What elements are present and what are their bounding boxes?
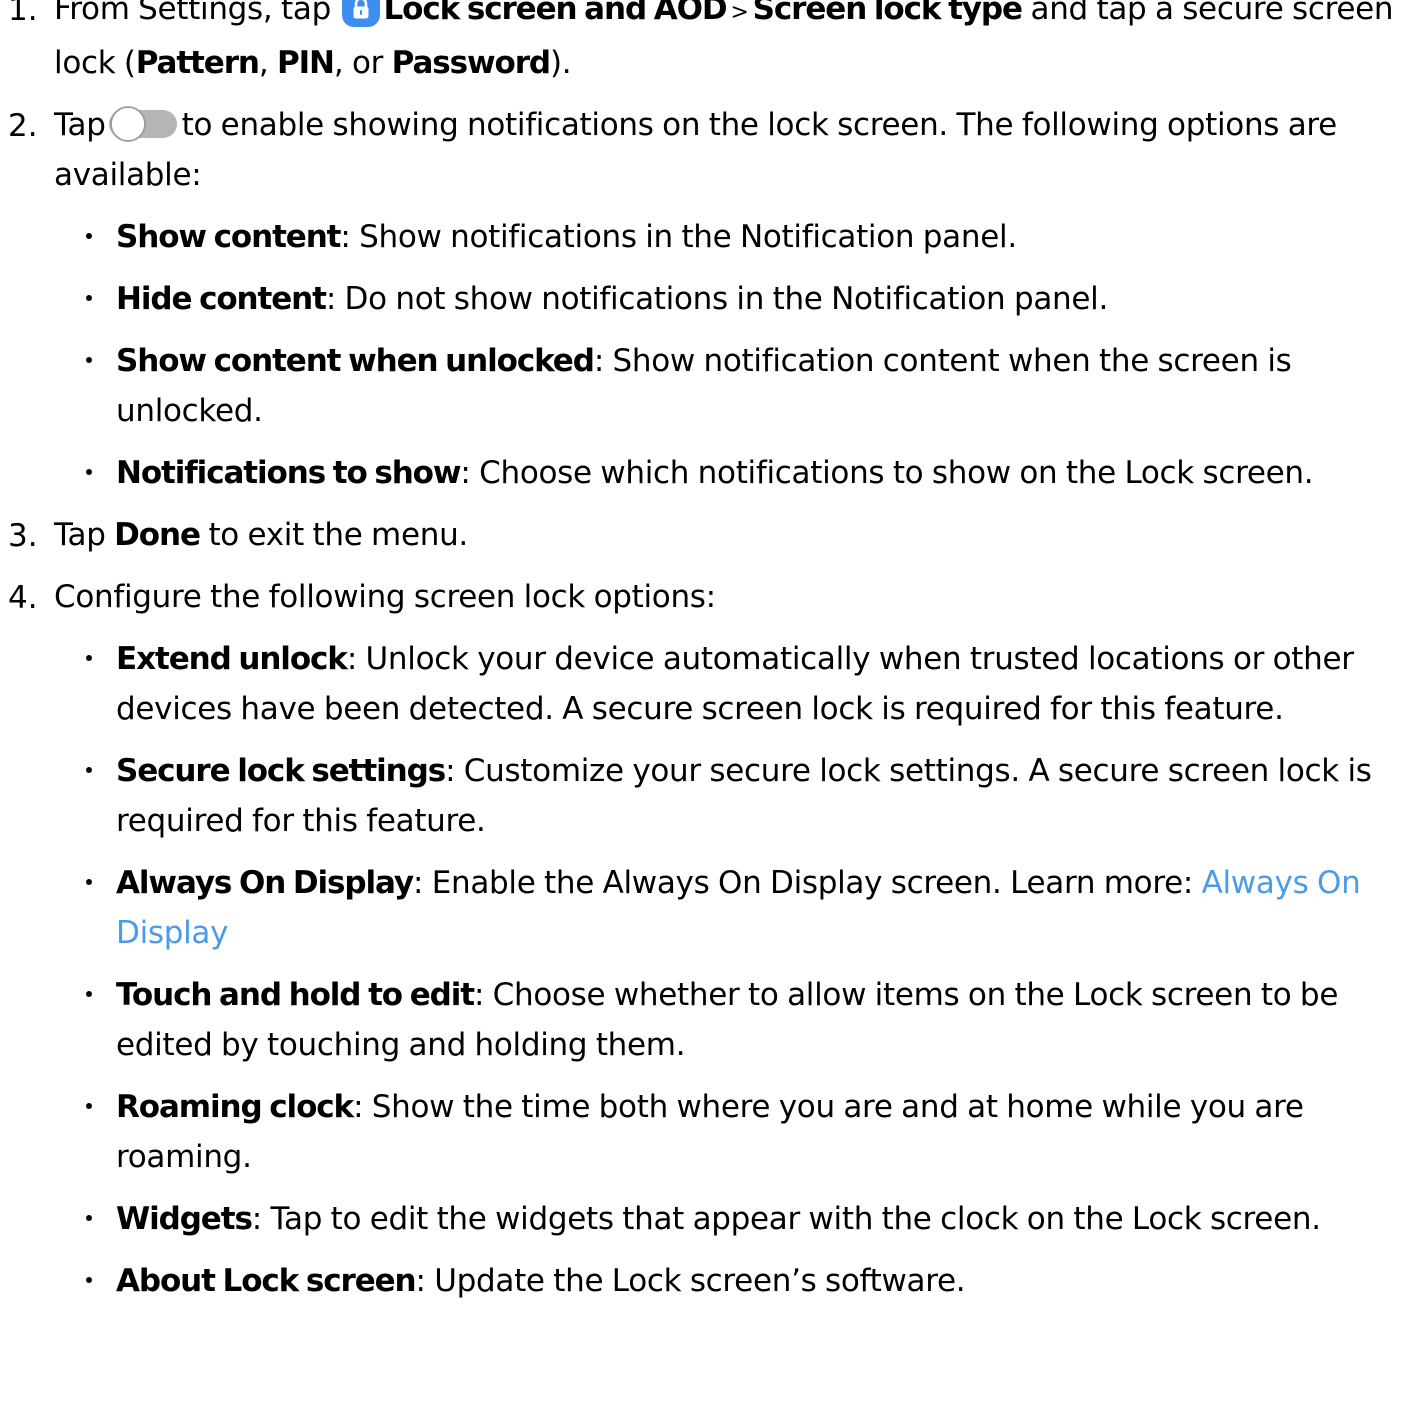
list-item: About Lock screen: Update the Lock scree… bbox=[0, 1256, 1428, 1306]
step-text-body: Configure the following screen lock opti… bbox=[54, 579, 716, 615]
step-1: 1. From Settings, tap Lock screen and AO… bbox=[0, 0, 1428, 88]
option-term: Touch and hold to edit bbox=[116, 977, 475, 1013]
step-number: 3. bbox=[8, 518, 38, 554]
step-intro: Tap bbox=[54, 107, 106, 143]
lock-icon bbox=[341, 0, 380, 27]
step-text-body: to exit the menu. bbox=[208, 517, 468, 553]
bullet-icon bbox=[86, 655, 92, 661]
menu-path-screen-lock-type: Screen lock type bbox=[752, 0, 1023, 27]
bullet-icon bbox=[86, 357, 92, 363]
list-item: Hide content: Do not show notifications … bbox=[0, 274, 1428, 324]
bullet-icon bbox=[86, 879, 92, 885]
bullet-icon bbox=[86, 469, 92, 475]
option-description: : Do not show notifications in the Notif… bbox=[325, 281, 1109, 317]
bullet-icon bbox=[86, 1103, 92, 1109]
step-number: 1. bbox=[8, 0, 38, 28]
path-separator: > bbox=[730, 0, 749, 25]
comma: , bbox=[258, 45, 277, 81]
done-term: Done bbox=[114, 517, 201, 553]
list-item: Always On Display: Enable the Always On … bbox=[0, 858, 1428, 958]
bullet-icon bbox=[86, 1277, 92, 1283]
step-text: From Settings, tap Lock screen and AOD > S… bbox=[54, 0, 1428, 88]
list-item: Show content: Show notifications in the … bbox=[0, 212, 1428, 262]
step-3: 3. Tap Done to exit the menu. bbox=[0, 510, 1428, 560]
list-item: Touch and hold to edit: Choose whether t… bbox=[0, 970, 1428, 1070]
option-description: : Show notifications in the Notification… bbox=[340, 219, 1017, 255]
option-pin: PIN bbox=[276, 45, 335, 81]
step-text: Configure the following screen lock opti… bbox=[54, 572, 1428, 622]
step-intro: From Settings, tap bbox=[54, 0, 331, 27]
option-password: Password bbox=[391, 45, 551, 81]
comma-or: , or bbox=[333, 45, 392, 81]
option-description: : Choose which notifications to show on … bbox=[460, 455, 1314, 491]
bullet-icon bbox=[86, 1215, 92, 1221]
step-text-body: to enable showing notifications on the l… bbox=[54, 107, 1337, 193]
option-term: About Lock screen bbox=[116, 1263, 417, 1299]
list-item: Notifications to show: Choose which noti… bbox=[0, 448, 1428, 498]
option-term: Hide content bbox=[116, 281, 327, 317]
list-item: Roaming clock: Show the time both where … bbox=[0, 1082, 1428, 1182]
step-2: 2. Tap to enable showing notifications on… bbox=[0, 100, 1428, 200]
instructions-document: 1. From Settings, tap Lock screen and AO… bbox=[0, 0, 1428, 1306]
step-text-end: ). bbox=[550, 45, 572, 81]
step-intro: Tap bbox=[54, 517, 106, 553]
option-term: Secure lock settings bbox=[116, 753, 446, 789]
list-item: Extend unlock: Unlock your device automa… bbox=[0, 634, 1428, 734]
list-item: Show content when unlocked: Show notific… bbox=[0, 336, 1428, 436]
option-term: Extend unlock bbox=[116, 641, 348, 677]
step-text: Tap Done to exit the menu. bbox=[54, 510, 1428, 560]
option-term: Roaming clock bbox=[116, 1089, 354, 1125]
list-item: Secure lock settings: Customize your sec… bbox=[0, 746, 1428, 846]
menu-path-lock-screen-and-aod: Lock screen and AOD bbox=[383, 0, 728, 27]
option-term: Show content when unlocked bbox=[116, 343, 595, 379]
notification-options-list: Show content: Show notifications in the … bbox=[0, 212, 1428, 498]
option-term: Widgets bbox=[116, 1201, 253, 1237]
bullet-icon bbox=[86, 295, 92, 301]
step-number: 2. bbox=[8, 108, 38, 144]
option-description: : Tap to edit the widgets that appear wi… bbox=[251, 1201, 1321, 1237]
option-description: : Update the Lock screen’s software. bbox=[415, 1263, 966, 1299]
bullet-icon bbox=[86, 233, 92, 239]
option-term: Show content bbox=[116, 219, 342, 255]
list-item: Widgets: Tap to edit the widgets that ap… bbox=[0, 1194, 1428, 1244]
step-number: 4. bbox=[8, 580, 38, 616]
step-4: 4. Configure the following screen lock o… bbox=[0, 572, 1428, 622]
bullet-icon bbox=[86, 767, 92, 773]
option-description: : Enable the Always On Display screen. L… bbox=[413, 865, 1202, 901]
bullet-icon bbox=[86, 991, 92, 997]
option-term: Notifications to show bbox=[116, 455, 462, 491]
screen-lock-options-list: Extend unlock: Unlock your device automa… bbox=[0, 634, 1428, 1306]
option-term: Always On Display bbox=[116, 865, 414, 901]
toggle-switch-icon bbox=[108, 106, 177, 142]
step-text: Tap to enable showing notifications on th… bbox=[54, 100, 1428, 200]
option-pattern: Pattern bbox=[135, 45, 260, 81]
